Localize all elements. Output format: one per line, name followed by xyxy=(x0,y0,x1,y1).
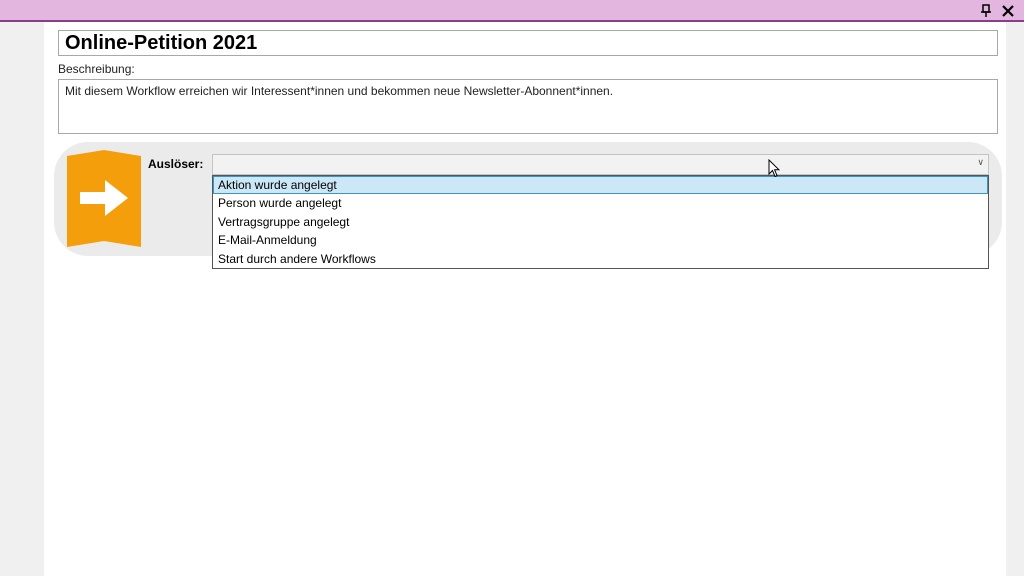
chevron-down-icon[interactable]: ∨ xyxy=(977,157,984,168)
workflow-title-field[interactable]: Online-Petition 2021 xyxy=(58,30,998,56)
dropdown-option[interactable]: Start durch andere Workflows xyxy=(213,250,988,268)
mouse-cursor-icon xyxy=(768,158,781,183)
dropdown-option[interactable]: E-Mail-Anmeldung xyxy=(213,231,988,249)
trigger-dropdown-list: Aktion wurde angelegt Person wurde angel… xyxy=(212,175,989,269)
description-field[interactable]: Mit diesem Workflow erreichen wir Intere… xyxy=(58,79,998,134)
close-icon[interactable] xyxy=(1000,3,1016,19)
dropdown-option[interactable]: Vertragsgruppe angelegt xyxy=(213,213,988,231)
left-gutter xyxy=(0,22,44,576)
dropdown-option[interactable]: Person wurde angelegt xyxy=(213,194,988,212)
trigger-label: Auslöser: xyxy=(148,157,204,171)
right-gutter xyxy=(1006,22,1024,576)
trigger-select[interactable]: ∨ xyxy=(212,154,989,175)
description-label: Beschreibung: xyxy=(58,62,135,76)
window-titlebar xyxy=(0,0,1024,22)
arrow-right-icon xyxy=(67,150,141,252)
pin-icon[interactable] xyxy=(978,3,994,19)
dropdown-option[interactable]: Aktion wurde angelegt xyxy=(213,176,988,195)
